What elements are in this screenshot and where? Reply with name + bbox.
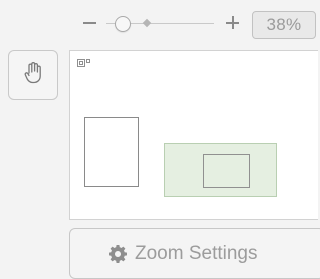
zoom-in-button[interactable]: [222, 12, 244, 34]
zoom-settings-label: Zoom Settings: [135, 242, 258, 264]
zoom-slider-default-marker: [142, 18, 152, 28]
minimap-icon: [77, 55, 91, 73]
minimap-page-outline: [84, 117, 139, 187]
zoom-slider-thumb[interactable]: [115, 16, 131, 32]
zoom-slider[interactable]: [106, 14, 214, 34]
gear-icon: [108, 244, 128, 264]
minus-icon: [82, 22, 96, 24]
hand-tool-button[interactable]: [8, 50, 58, 100]
navigator-minimap[interactable]: [69, 50, 318, 220]
zoom-navigator-panel: 38% Zoom Settings: [0, 0, 320, 279]
zoom-percentage-field[interactable]: 38%: [252, 11, 316, 39]
zoom-out-button[interactable]: [78, 12, 100, 34]
minimap-viewport-indicator[interactable]: [164, 143, 277, 197]
hand-icon: [22, 61, 44, 90]
minimap-viewport-frame: [203, 154, 250, 188]
zoom-settings-button[interactable]: Zoom Settings: [69, 228, 320, 279]
